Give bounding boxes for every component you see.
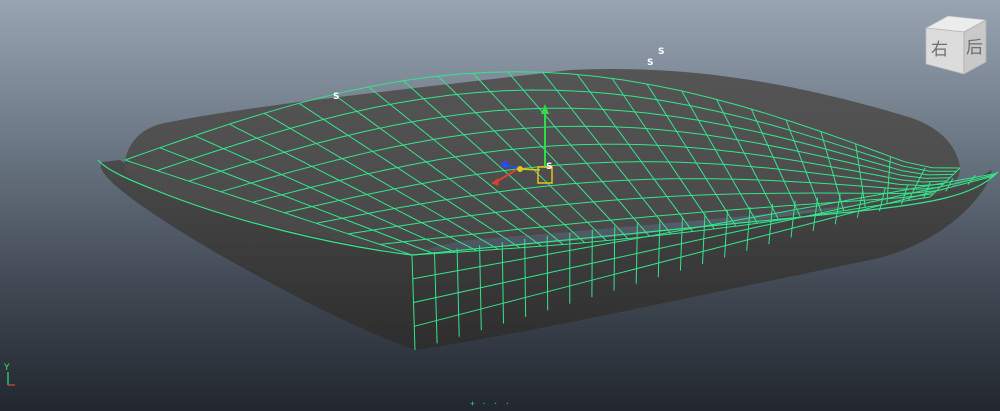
manipulator-center[interactable]: [517, 166, 523, 172]
curve-point-label: S: [658, 47, 664, 57]
manipulator-center-label: S: [546, 162, 552, 172]
viewcube-right-label: 右: [931, 40, 948, 60]
3d-viewport[interactable]: S S S S Y: [0, 0, 1000, 411]
origin-y-label: Y: [3, 363, 10, 373]
viewcube[interactable]: 右 后: [918, 10, 990, 76]
pillow-mesh[interactable]: [97, 68, 999, 351]
curve-point-label: S: [333, 92, 339, 102]
status-readout: + · · ·: [470, 399, 511, 408]
curve-point-label: S: [647, 58, 653, 68]
manipulator-link: [519, 168, 541, 171]
origin-axis-indicator: Y: [3, 363, 15, 386]
viewcube-back-label: 后: [966, 38, 983, 58]
